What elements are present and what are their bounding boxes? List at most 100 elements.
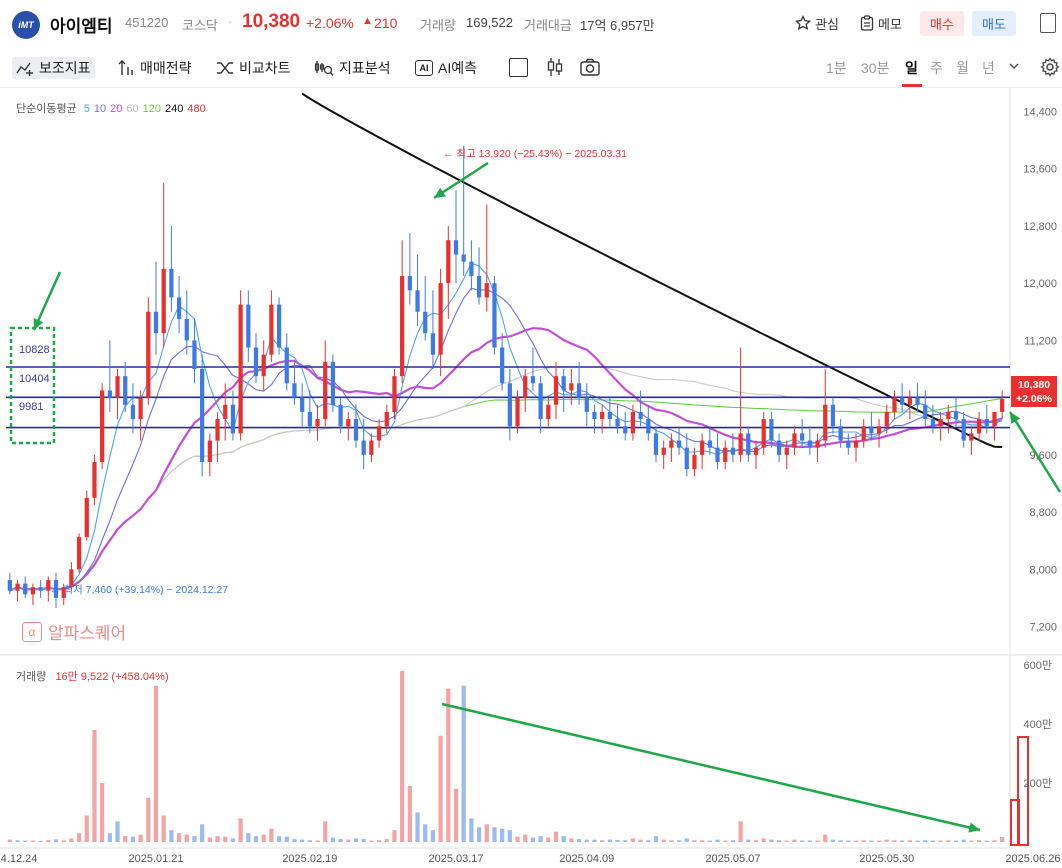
volume-bar	[38, 840, 43, 842]
current-price-tag: 10,380 +2.06%	[1011, 376, 1057, 407]
ma-period-240[interactable]: 240	[165, 103, 183, 115]
volume-bar	[246, 833, 251, 842]
volume-bar	[400, 670, 405, 842]
candle-body	[392, 376, 397, 412]
annotation-arrow-volume	[441, 702, 981, 832]
candle-body	[384, 411, 389, 427]
candle-body	[976, 419, 982, 434]
volume-bar	[869, 840, 874, 842]
candle-body	[430, 333, 436, 355]
candle-body	[753, 447, 759, 455]
alphasquare-watermark: α 알파스퀘어	[22, 619, 126, 644]
candle-body	[838, 426, 843, 441]
candle-body	[646, 419, 651, 434]
volume-bar	[446, 688, 451, 842]
x-tick-label: 2025.06.26	[1005, 853, 1060, 865]
volume-bar	[407, 785, 412, 842]
volume-bar	[300, 839, 305, 842]
volume-bar	[915, 840, 920, 842]
volume-bar	[153, 685, 159, 842]
candle-body	[76, 537, 82, 570]
candle-body	[361, 440, 366, 455]
volume-bar	[653, 836, 659, 842]
candle-body	[100, 390, 105, 462]
candle-body	[876, 426, 882, 434]
x-tick-label: 2025.05.07	[705, 853, 760, 865]
candle-body	[92, 462, 97, 498]
candle-body	[30, 587, 36, 595]
candle-body	[553, 376, 559, 405]
candle-body	[776, 440, 782, 455]
candle-body	[469, 261, 474, 276]
volume-bar	[784, 840, 789, 842]
current-price-tag-value: 10,380	[1017, 379, 1051, 391]
level-label-3: 9981	[19, 401, 44, 413]
ma-period-60[interactable]: 60	[126, 103, 138, 115]
candle-body	[446, 240, 451, 284]
volume-bar	[323, 821, 328, 842]
volume-bar	[761, 838, 766, 842]
volume-bar	[92, 729, 97, 842]
candle-body	[176, 297, 182, 319]
ma-period-20[interactable]: 20	[110, 103, 122, 115]
ma-period-10[interactable]: 10	[94, 103, 106, 115]
volume-bar	[184, 834, 189, 842]
y-tick-label: 12,800	[1023, 221, 1057, 233]
volume-bar	[807, 840, 812, 842]
volume-legend-label: 거래량	[16, 671, 47, 683]
volume-bar	[484, 824, 489, 842]
candle-body	[138, 397, 143, 420]
volume-bar	[130, 836, 136, 842]
volume-bar	[576, 839, 582, 842]
y-tick-label: 14,400	[1023, 106, 1057, 118]
volume-bar	[876, 840, 882, 842]
candle-body	[746, 433, 751, 455]
candle-body	[200, 369, 205, 462]
volume-bar	[138, 834, 143, 842]
candle-body	[23, 583, 28, 595]
volume-bar	[515, 836, 520, 842]
candle-body	[584, 397, 589, 412]
candle-body	[107, 390, 112, 398]
annotation-arrow-volume-head	[968, 822, 980, 833]
volume-legend[interactable]: 거래량 16만 9,522 (+458.04%)	[16, 668, 169, 684]
candle-body	[661, 447, 666, 455]
candle-body	[192, 340, 197, 369]
y-tick-label: 11,200	[1024, 335, 1057, 347]
candle-body	[730, 447, 736, 455]
candle-body	[684, 447, 689, 470]
candle-body	[792, 433, 797, 448]
ma-period-120[interactable]: 120	[143, 103, 161, 115]
volume-bar	[284, 836, 289, 842]
volume-bar	[607, 839, 612, 842]
x-tick-label: 2025.05.30	[859, 853, 914, 865]
x-tick-label: 2025.01.21	[128, 853, 183, 865]
volume-bar	[569, 838, 574, 842]
volume-bar	[538, 836, 543, 842]
candle-body	[300, 397, 305, 412]
candle-body	[507, 383, 512, 427]
candle-body	[915, 397, 920, 405]
candle-body	[815, 440, 820, 448]
candle-body	[184, 318, 189, 341]
volume-bar	[707, 840, 712, 842]
candle-body	[923, 404, 928, 420]
candle-body	[738, 433, 743, 455]
volume-bar	[892, 840, 897, 842]
price-chart[interactable]: 14,40013,60012,80012,00011,20010,4009,60…	[0, 0, 1062, 868]
candle-body	[715, 447, 720, 462]
ma-period-480[interactable]: 480	[187, 103, 205, 115]
ma-legend[interactable]: 단순이동평균 5 10 20 60 120 240 480	[16, 100, 206, 116]
volume-bar	[800, 840, 805, 842]
ma-period-5[interactable]: 5	[84, 103, 90, 115]
x-tick-label: 2025.04.09	[559, 853, 614, 865]
x-tick-label: 2025.02.19	[282, 853, 337, 865]
candle-body	[84, 497, 89, 538]
volume-bar	[392, 830, 397, 842]
candle-body	[692, 454, 697, 470]
volume-bar	[292, 839, 297, 842]
volume-bar	[600, 840, 605, 842]
candle-body	[938, 419, 943, 427]
volume-bar	[69, 838, 74, 842]
candle-body	[253, 347, 259, 377]
